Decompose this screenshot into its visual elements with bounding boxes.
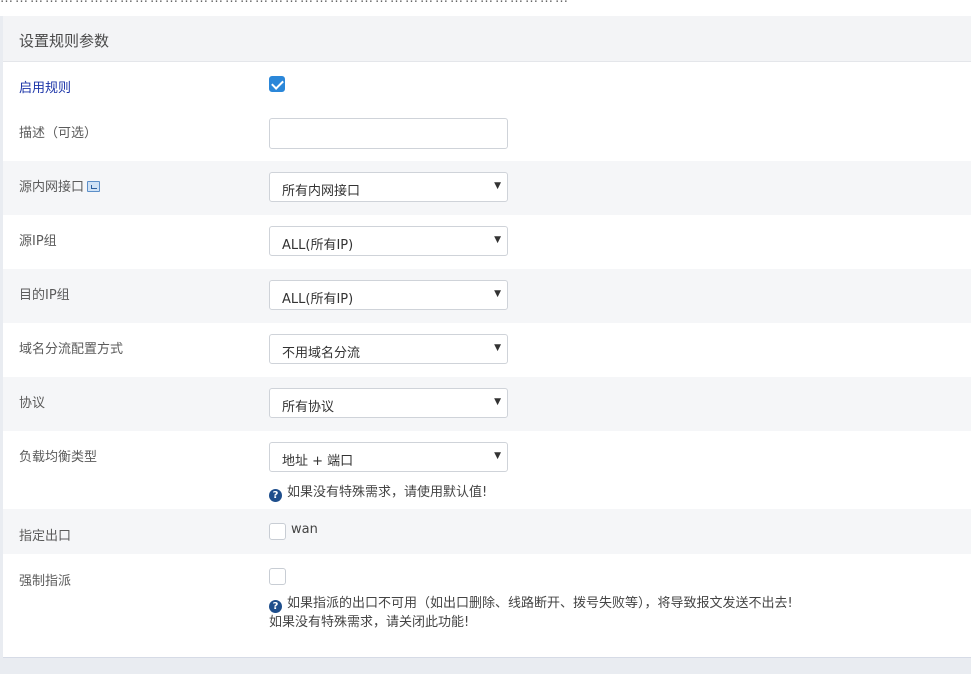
top-strip: …………………………………………………………………………………………………… [0, 0, 971, 16]
force-label: 强制指派 [19, 574, 72, 589]
src-ip-group-select[interactable]: ALL(所有IP) ▼ [269, 226, 508, 256]
row-description: 描述（可选） [3, 106, 971, 161]
row-dst-ip-group: 目的IP组 ALL(所有IP) ▼ [3, 269, 971, 323]
domain-mode-select[interactable]: 不用域名分流 ▼ [269, 334, 508, 364]
outlet-wan-checkbox[interactable] [269, 523, 286, 540]
chevron-down-icon: ▼ [494, 343, 501, 353]
row-outlet: 指定出口 wan [3, 509, 971, 554]
row-src-ip-group: 源IP组 ALL(所有IP) ▼ [3, 215, 971, 269]
row-protocol: 协议 所有协议 ▼ [3, 377, 971, 431]
row-lb-type: 负载均衡类型 地址 + 端口 ▼ ? 如果没有特殊需求，请使用默认值! [3, 431, 971, 509]
dst-ip-group-label: 目的IP组 [19, 288, 70, 303]
lb-type-select[interactable]: 地址 + 端口 ▼ [269, 442, 508, 472]
row-domain-mode: 域名分流配置方式 不用域名分流 ▼ [3, 323, 971, 377]
dst-ip-group-select[interactable]: ALL(所有IP) ▼ [269, 280, 508, 310]
interface-info-icon[interactable] [87, 181, 101, 192]
src-interface-label: 源内网接口 [19, 176, 101, 195]
protocol-value: 所有协议 [282, 400, 335, 415]
row-force: 强制指派 ? 如果指派的出口不可用（如出口删除、线路断开、拨号失败等），将导致报文… [3, 554, 971, 657]
enable-checkbox[interactable] [269, 76, 285, 92]
dst-ip-group-value: ALL(所有IP) [282, 292, 354, 307]
src-ip-group-label: 源IP组 [19, 234, 57, 249]
description-input[interactable] [269, 118, 508, 149]
protocol-select[interactable]: 所有协议 ▼ [269, 388, 508, 418]
chevron-down-icon: ▼ [494, 181, 501, 191]
chevron-down-icon: ▼ [494, 451, 501, 461]
domain-mode-value: 不用域名分流 [282, 346, 361, 361]
src-interface-select[interactable]: 所有内网接口 ▼ [269, 172, 508, 202]
chevron-down-icon: ▼ [494, 289, 501, 299]
src-interface-label-text: 源内网接口 [19, 180, 85, 195]
chevron-down-icon: ▼ [494, 397, 501, 407]
domain-mode-label: 域名分流配置方式 [19, 342, 124, 357]
outlet-label: 指定出口 [19, 529, 72, 544]
force-hint-2: 如果没有特殊需求，请关闭此功能! [269, 615, 470, 630]
description-label: 描述（可选） [19, 126, 98, 141]
outlet-wan-label: wan [291, 522, 318, 537]
lb-type-hint-text: 如果没有特殊需求，请使用默认值! [287, 485, 488, 500]
panel-title: 设置规则参数 [19, 32, 110, 50]
lb-type-hint: ? 如果没有特殊需求，请使用默认值! [269, 481, 487, 502]
rule-settings-panel: 设置规则参数 启用规则 描述（可选） 源内网接口 所有内网接口 ▼ 源IP组 A… [3, 16, 971, 658]
row-enable: 启用规则 [3, 62, 971, 106]
question-icon: ? [269, 489, 282, 502]
lb-type-value: 地址 + 端口 [282, 454, 354, 469]
chevron-down-icon: ▼ [494, 235, 501, 245]
top-strip-text: …………………………………………………………………………………………………… [0, 0, 971, 5]
row-src-interface: 源内网接口 所有内网接口 ▼ [3, 161, 971, 215]
src-interface-value: 所有内网接口 [282, 184, 361, 199]
lb-type-label: 负载均衡类型 [19, 450, 98, 465]
panel-header: 设置规则参数 [3, 16, 971, 62]
force-checkbox[interactable] [269, 568, 286, 585]
force-hint-line1: 如果指派的出口不可用（如出口删除、线路断开、拨号失败等），将导致报文发送不出去! [287, 596, 793, 611]
enable-label: 启用规则 [19, 81, 72, 96]
protocol-label: 协议 [19, 396, 46, 411]
force-hint: ? 如果指派的出口不可用（如出口删除、线路断开、拨号失败等），将导致报文发送不出去… [269, 592, 793, 613]
src-ip-group-value: ALL(所有IP) [282, 238, 354, 253]
outlet-option[interactable]: wan [269, 522, 318, 540]
